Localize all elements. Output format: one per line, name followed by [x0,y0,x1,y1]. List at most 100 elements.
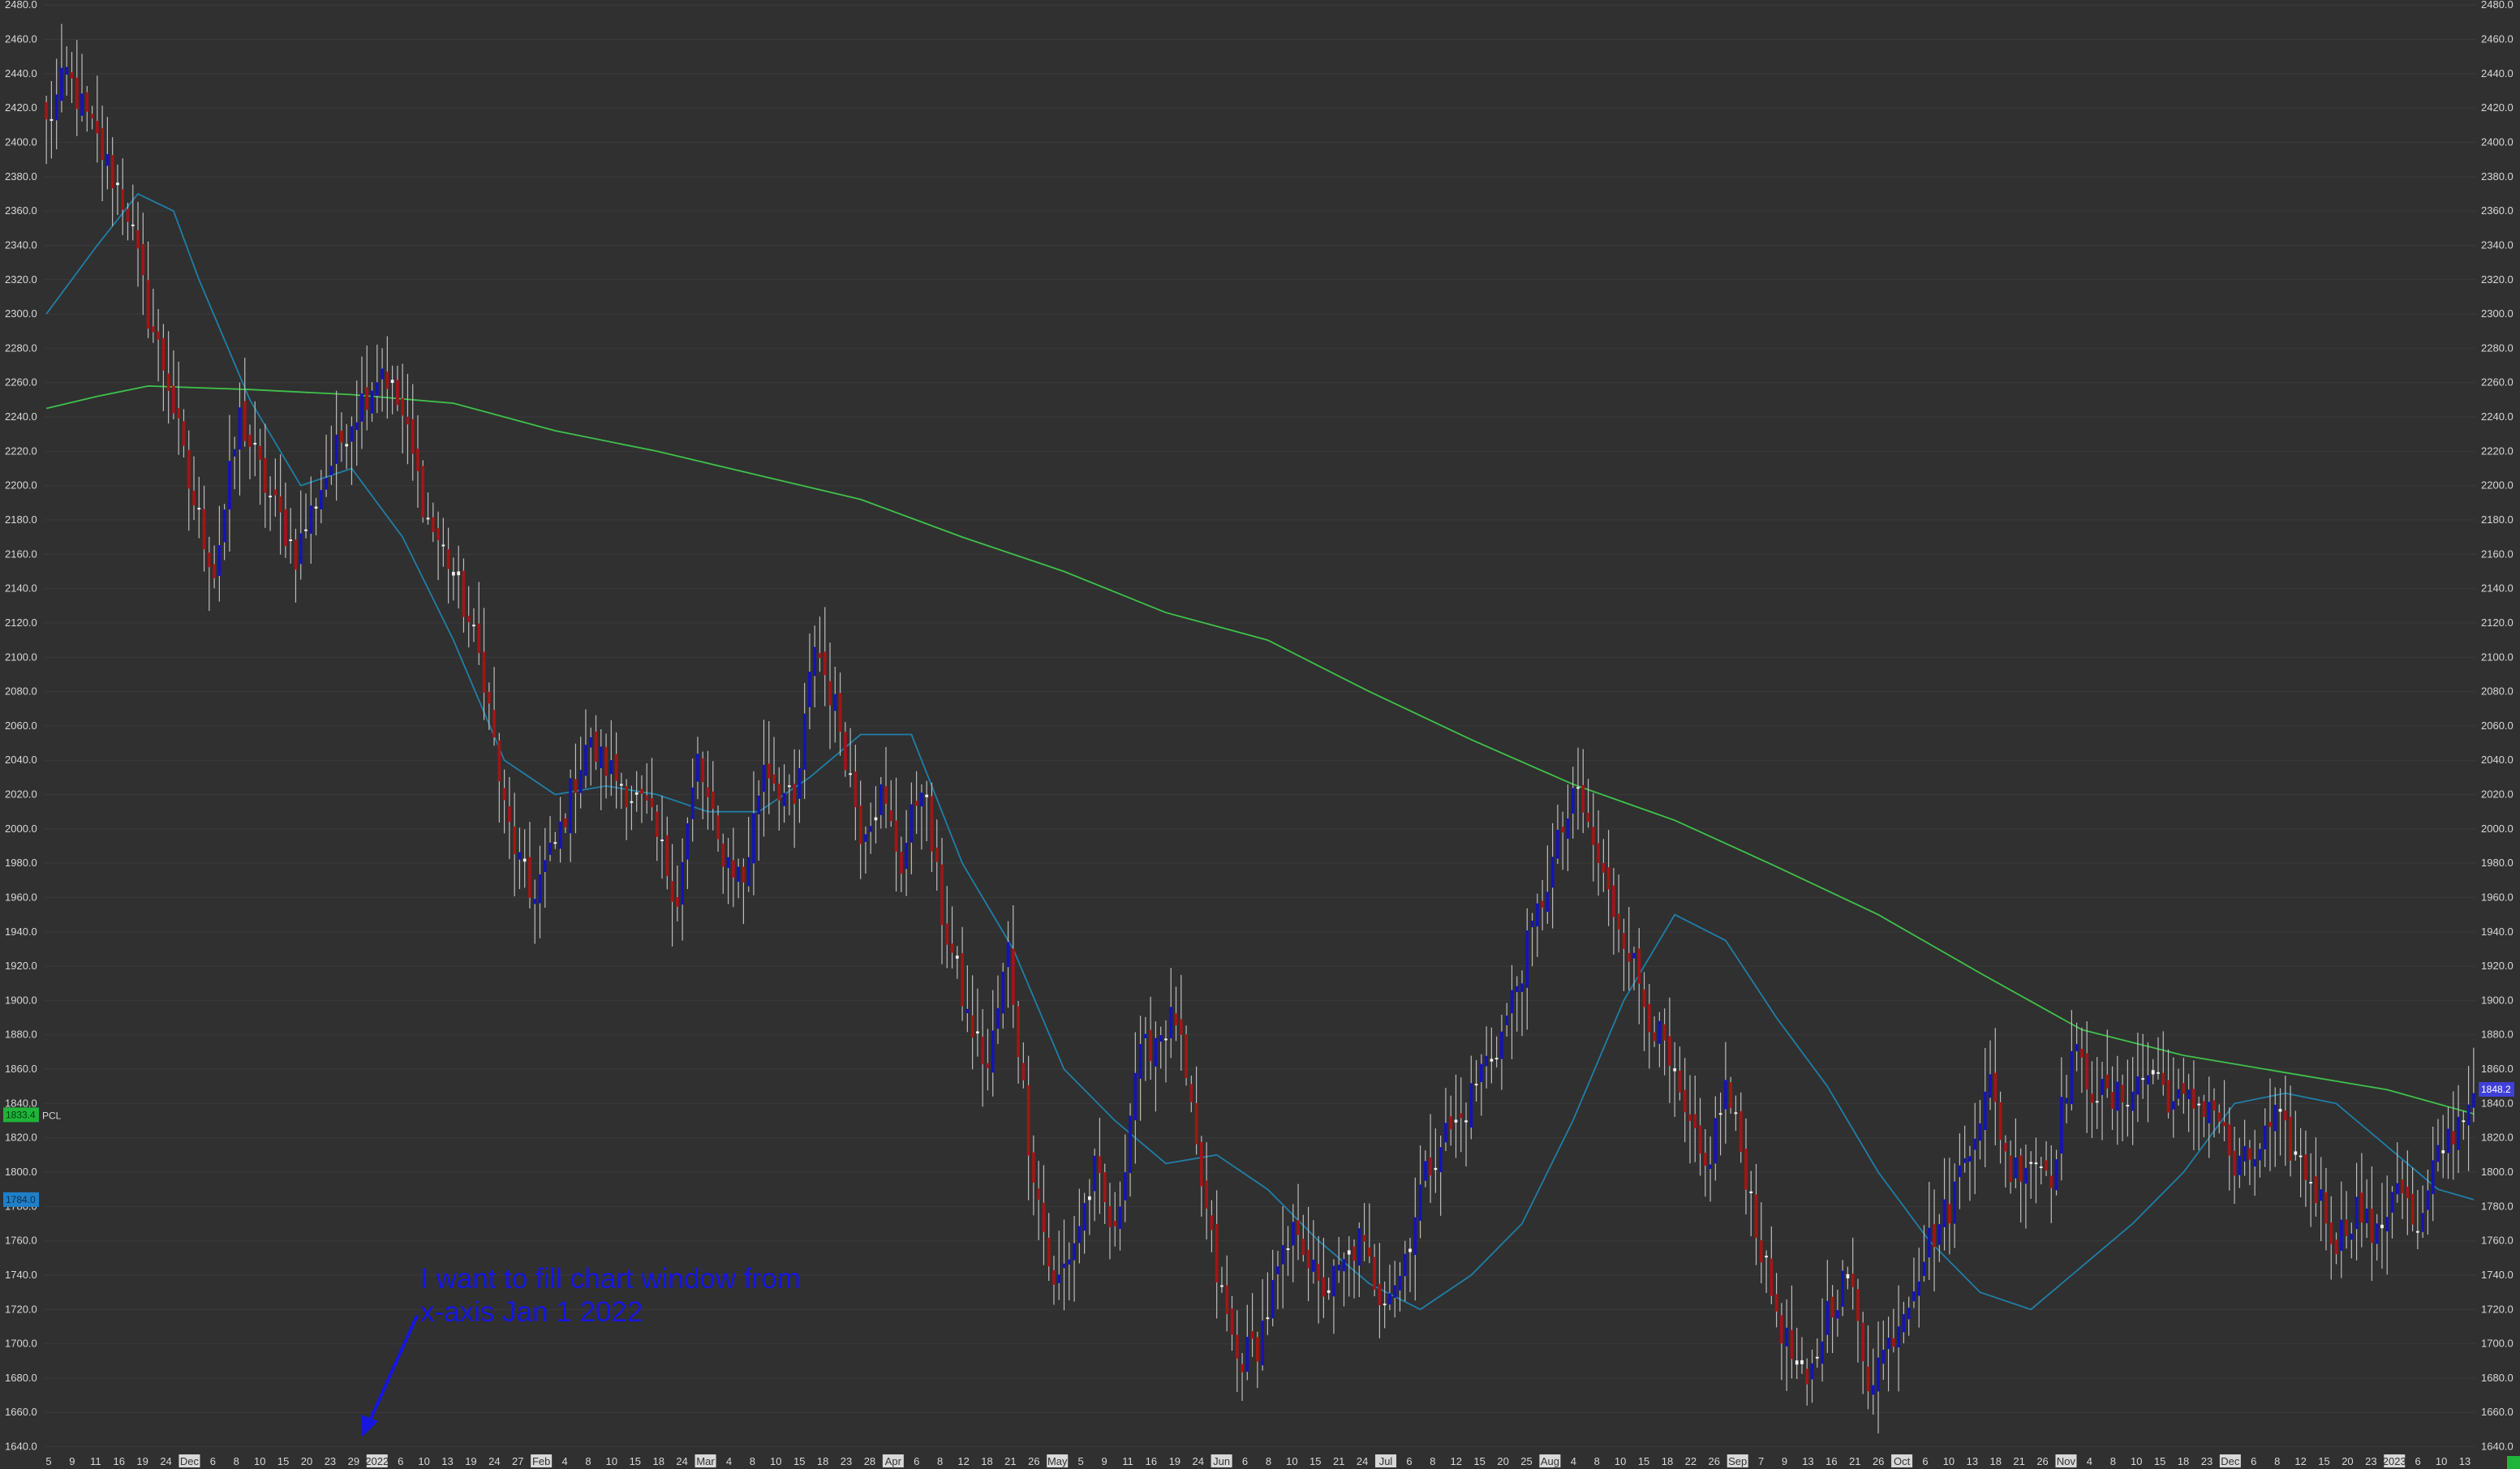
candle-body-up [1912,1291,1916,1302]
y-tick-label-left: 2300.0 [5,307,37,320]
y-tick-label-right: 2160.0 [2481,548,2514,560]
candle-body-down [426,518,430,520]
candle-body-up [370,390,374,414]
candle[interactable] [1185,1025,1188,1086]
candle-body-down [1494,1058,1499,1060]
candle-body-down [1241,1364,1244,1372]
x-tick-label: 19 [136,1455,148,1467]
candle-body-up [1286,1248,1290,1251]
candle-body-up [441,544,445,547]
candle-body-down [2227,1124,2231,1156]
x-tick-label: 5 [45,1455,51,1467]
candle-body-down [258,445,262,460]
x-tick-label-period: Mar [696,1455,715,1467]
candle-body-up [2115,1081,2119,1111]
x-tick-label: 27 [512,1455,523,1467]
candle-body-down [75,77,79,110]
candle-body-down [2197,1103,2201,1106]
candle-body-down [385,372,389,389]
candle-body-down [706,787,710,797]
candle-body-down [1225,1285,1229,1315]
y-tick-label-right: 1900.0 [2481,994,2514,1006]
candle-body-down [1734,1112,1738,1115]
y-tick-label-right: 1720.0 [2481,1303,2514,1315]
x-tick-label: 6 [2415,1455,2421,1467]
candle-body-down [2283,1110,2287,1121]
candle-body-down [416,448,419,471]
y-tick-label-left: 1640.0 [5,1441,37,1453]
candle-body-up [634,792,639,795]
x-tick-label: 15 [793,1455,805,1467]
candle-body-up [1067,1259,1071,1265]
candle-body-down [2304,1154,2307,1180]
x-tick-label: 15 [277,1455,289,1467]
y-tick-label-right: 2340.0 [2481,238,2514,251]
candle-body-down [1933,1224,1936,1248]
x-tick-label: 12 [1451,1455,1462,1467]
candle-body-down [894,820,898,852]
chart-canvas[interactable]: 1640.0 1660.0 1680.0 1700.0 1720.0 1740.0 1760… [0,0,2520,1469]
x-tick-label: 21 [1004,1455,1016,1467]
price-chart[interactable]: 1640.0 1660.0 1680.0 1700.0 1720.0 1740.0 1760… [0,0,2520,1469]
candle-body-up [2354,1196,2359,1230]
candle-body-down [1830,1296,1834,1318]
candle-body-down [85,92,89,112]
y-tick-label-left: 2400.0 [5,135,37,148]
candle-body-down [431,517,435,533]
y-tick-label-left: 1740.0 [5,1269,37,1281]
candle-body-down [1378,1283,1382,1306]
candle-body-down [522,858,527,862]
candle[interactable] [421,460,425,523]
candle-body-down [151,326,155,333]
x-tick-label: 13 [1967,1455,1978,1467]
candle-body-down [365,387,369,410]
candle-body-down [2359,1192,2363,1223]
candle-body-up [1261,1321,1265,1366]
candle-body-up [1311,1259,1315,1272]
x-tick-label: 11 [90,1455,101,1467]
y-tick-label-right: 2020.0 [2481,788,2514,801]
candle-body-up [1550,857,1555,888]
candle-body-up [879,784,883,815]
candle-body-up [538,874,542,904]
candle-body-up [1088,1196,1091,1201]
candle-body-down [2380,1224,2384,1229]
candle-body-up [2299,1155,2303,1158]
y-tick-label-left: 1660.0 [5,1406,37,1418]
candle-body-down [141,243,145,276]
x-tick-label: 10 [606,1455,617,1467]
candle-body-down [340,430,343,443]
candle-body-down [177,407,181,419]
candle-body-down [1297,1220,1300,1235]
candle-body-down [157,331,161,340]
candle-body-up [543,860,547,872]
candle-body-down [1322,1277,1326,1297]
candle-body-down [1662,1024,1666,1041]
price-badge-label: 1833.4 [6,1109,36,1120]
candle-body-down [889,810,893,822]
candle-body-up [910,804,914,843]
y-tick-label-left: 2060.0 [5,719,37,732]
candle-body-up [1505,1016,1509,1025]
x-tick-label: 26 [1873,1455,1884,1467]
candle-body-down [777,784,781,801]
candle-body-down [1576,787,1580,789]
y-tick-label-left: 1960.0 [5,891,37,903]
y-tick-label-left: 1900.0 [5,994,37,1006]
candle-body-down [182,421,186,446]
candle-body-up [319,490,323,510]
y-tick-label-left: 1840.0 [5,1097,37,1109]
y-tick-label-left: 2100.0 [5,651,37,663]
candle-body-down [1449,1116,1453,1130]
candle-body-down [823,651,827,676]
candle-body-up [1444,1123,1447,1143]
candle-body-down [213,564,216,578]
candle-body-down [116,183,119,186]
candle-body-up [1709,1164,1712,1170]
y-tick-label-right: 2200.0 [2481,479,2514,492]
candle-body-up [569,778,573,834]
candle-body-down [1235,1334,1239,1359]
y-tick-label-left: 2320.0 [5,273,37,286]
x-tick-label-period: May [1047,1455,1068,1467]
candle-body-down [625,786,629,808]
